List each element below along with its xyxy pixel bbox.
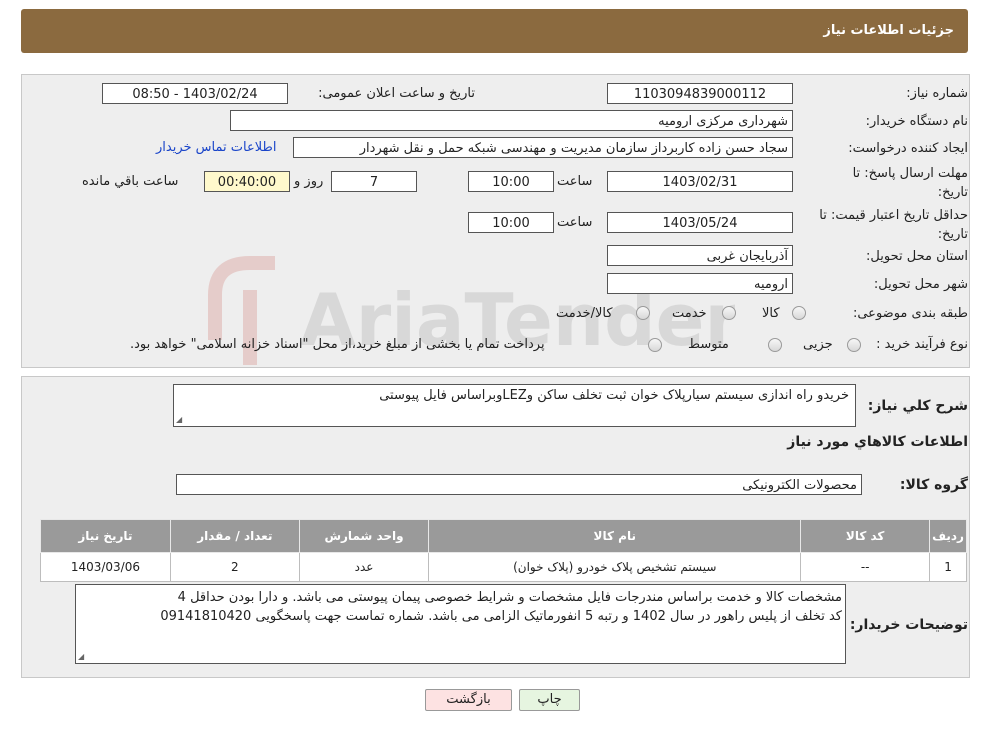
- buyer-contact-link[interactable]: اطلاعات تماس خریدار: [156, 140, 276, 155]
- process-minor-label: جزیی: [803, 337, 833, 352]
- treasury-checkbox[interactable]: [648, 338, 662, 352]
- province-field: آذربایجان غربی: [607, 245, 793, 266]
- description-text: خریدو راه اندازی سیستم سیارپلاک خوان ثبت…: [379, 388, 849, 403]
- cell-code: --: [800, 552, 931, 582]
- cell-name: سیستم تشخیص پلاک خودرو (پلاک خوان): [428, 552, 802, 582]
- category-label: طبقه بندی موضوعی:: [852, 306, 968, 321]
- creator-field: سجاد حسن زاده کاربرداز سازمان مدیریت و م…: [293, 137, 793, 158]
- process-minor-radio[interactable]: [847, 338, 861, 352]
- table-row: 1 -- سیستم تشخیص پلاک خودرو (پلاک خوان) …: [40, 552, 967, 582]
- buyer-label: نام دستگاه خریدار:: [865, 114, 968, 129]
- page-title: جزئیات اطلاعات نیاز: [823, 23, 954, 38]
- city-field: ارومیه: [607, 273, 793, 294]
- deadline-date-field: 1403/02/31: [607, 171, 793, 192]
- goods-group-label: گروه کالا:: [899, 477, 968, 493]
- need-number-field: 1103094839000112: [607, 83, 793, 104]
- category-goods-label: کالا: [762, 306, 780, 321]
- province-label: استان محل تحویل:: [866, 249, 968, 264]
- description-label: شرح کلي نياز:: [867, 398, 968, 414]
- deadline-days-label: روز و: [294, 174, 324, 189]
- process-label: نوع فرآیند خرید :: [876, 337, 968, 352]
- deadline-label: مهلت ارسال پاسخ: تا تاریخ:: [852, 166, 968, 200]
- need-number-label: شماره نیاز:: [906, 86, 968, 101]
- resize-handle-icon[interactable]: ◢: [78, 653, 86, 661]
- cell-unit: عدد: [298, 552, 430, 582]
- goods-group-field: محصولات الکترونیکی: [176, 474, 862, 495]
- col-header-unit: واحد شمارش: [298, 519, 430, 553]
- col-header-date: تاریخ نیاز: [40, 519, 171, 553]
- cell-row-number: 1: [929, 552, 967, 582]
- page-header: جزئیات اطلاعات نیاز: [21, 9, 968, 53]
- city-label: شهر محل تحویل:: [873, 277, 968, 292]
- deadline-time-label: ساعت: [557, 174, 593, 189]
- cell-date: 1403/03/06: [40, 552, 171, 582]
- buyer-notes-line-2: کد تخلف از پلیس راهور در سال 1402 و رتبه…: [160, 609, 842, 624]
- category-goods-radio[interactable]: [792, 306, 806, 320]
- col-header-quantity: تعداد / مقدار: [169, 519, 300, 553]
- col-header-row-number: ردیف: [929, 519, 967, 553]
- deadline-time-field: 10:00: [468, 171, 554, 192]
- buyer-notes-textarea[interactable]: مشخصات کالا و خدمت براساس مندرجات فایل م…: [75, 584, 846, 664]
- col-header-name: نام کالا: [428, 519, 802, 553]
- process-medium-label: متوسط: [688, 337, 729, 352]
- goods-table: ردیف کد کالا نام کالا واحد شمارش تعداد /…: [40, 519, 967, 582]
- category-both-radio[interactable]: [636, 306, 650, 320]
- remaining-time-field: 00:40:00: [204, 171, 290, 192]
- description-textarea[interactable]: خریدو راه اندازی سیستم سیارپلاک خوان ثبت…: [173, 384, 856, 427]
- category-service-radio[interactable]: [722, 306, 736, 320]
- treasury-note: پرداخت تمام یا بخشی از مبلغ خرید،از محل …: [130, 337, 545, 352]
- announce-field: 1403/02/24 - 08:50: [102, 83, 288, 104]
- announce-label: تاریخ و ساعت اعلان عمومی:: [318, 86, 475, 101]
- process-medium-radio[interactable]: [768, 338, 782, 352]
- buyer-notes-label: توضیحات خریدار:: [849, 617, 968, 633]
- watermark-logo: AriaTender.neT: [208, 256, 735, 365]
- validity-date-field: 1403/05/24: [607, 212, 793, 233]
- cell-quantity: 2: [169, 552, 300, 582]
- table-header-row: ردیف کد کالا نام کالا واحد شمارش تعداد /…: [40, 519, 967, 553]
- buyer-notes-line-1: مشخصات کالا و خدمت براساس مندرجات فایل م…: [177, 590, 842, 605]
- print-button[interactable]: چاپ: [519, 689, 580, 711]
- deadline-days-field: 7: [331, 171, 417, 192]
- back-button[interactable]: بازگشت: [425, 689, 512, 711]
- goods-section-title: اطلاعات کالاهاي مورد نياز: [787, 434, 968, 450]
- col-header-code: کد کالا: [800, 519, 931, 553]
- validity-label: حداقل تاریخ اعتبار قیمت: تا تاریخ:: [819, 208, 968, 242]
- remaining-time-label: ساعت باقي مانده: [82, 174, 179, 189]
- category-service-label: خدمت: [672, 306, 707, 321]
- resize-handle-icon[interactable]: ◢: [176, 416, 184, 424]
- validity-time-label: ساعت: [557, 215, 593, 230]
- category-both-label: کالا/خدمت: [556, 306, 613, 321]
- creator-label: ایجاد کننده درخواست:: [848, 141, 968, 156]
- validity-time-field: 10:00: [468, 212, 554, 233]
- buyer-field: شهرداری مرکزی ارومیه: [230, 110, 793, 131]
